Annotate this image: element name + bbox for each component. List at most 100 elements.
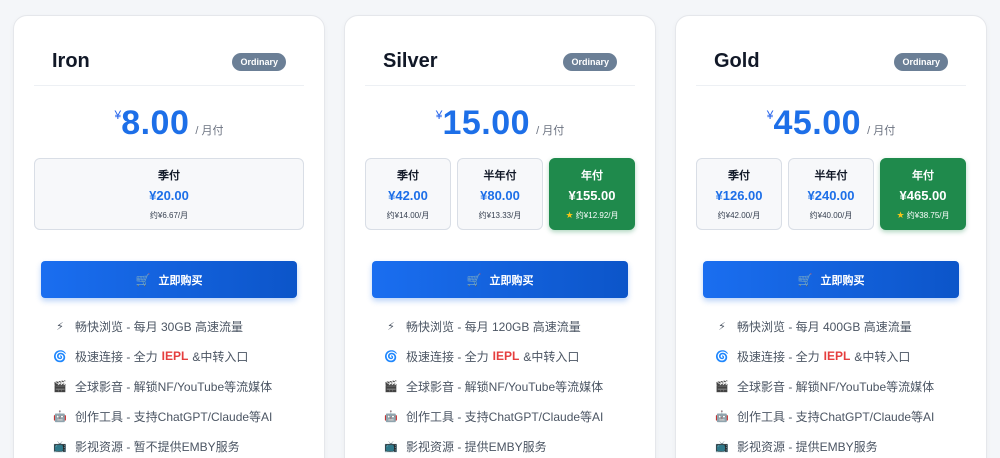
swirl-icon: 🌀 [384, 350, 398, 363]
option-monthly-equivalent: ★ 约¥38.75/月 [881, 210, 965, 221]
feature-text: 全球影音 - 解锁NF/YouTube等流媒体 [406, 379, 604, 394]
option-label: 半年付 [814, 170, 848, 182]
option-label: 年付 [912, 170, 934, 182]
feature-text: 全球影音 - 解锁NF/YouTube等流媒体 [75, 379, 273, 394]
option-monthly-equivalent: 约¥40.00/月 [809, 211, 853, 220]
billing-options: 季付 ¥126.00 约¥42.00/月 半年付 ¥240.00 约¥40.00… [696, 158, 966, 230]
price-period: / 月付 [195, 125, 224, 137]
feature-text: 畅快浏览 - 每月 120GB 高速流量 [406, 319, 581, 334]
feature-text: 极速连接 - 全力 [75, 349, 158, 364]
feature-item: 🤖 创作工具 - 支持ChatGPT/Claude等AI [52, 401, 322, 431]
billing-option-quarterly[interactable]: 季付 ¥20.00 约¥6.67/月 [34, 158, 304, 230]
option-price: ¥20.00 [149, 188, 189, 203]
cart-icon: 🛒 [466, 272, 482, 287]
feature-item: 🤖 创作工具 - 支持ChatGPT/Claude等AI [714, 401, 984, 431]
option-label: 半年付 [483, 170, 517, 182]
feature-item: ⚡ 畅快浏览 - 每月 120GB 高速流量 [383, 311, 653, 341]
swirl-icon: 🌀 [53, 350, 67, 363]
feature-text: 极速连接 - 全力 [737, 349, 820, 364]
price-amount: 45.00 [773, 104, 862, 142]
plan-name: Gold [714, 50, 760, 72]
price-amount: 8.00 [121, 104, 190, 142]
star-icon: ★ [565, 210, 574, 220]
option-price: ¥42.00 [388, 188, 428, 203]
price-amount: 15.00 [442, 104, 531, 142]
card-header: Silver Ordinary [365, 40, 635, 86]
billing-options: 季付 ¥42.00 约¥14.00/月 半年付 ¥80.00 约¥13.33/月… [365, 158, 635, 230]
billing-option-semiannual[interactable]: 半年付 ¥80.00 约¥13.33/月 [457, 158, 543, 230]
price-period: / 月付 [536, 125, 565, 137]
billing-option-annual[interactable]: 年付 ¥155.00 ★ 约¥12.92/月 [549, 158, 635, 230]
option-label: 季付 [158, 170, 180, 182]
feature-text-suffix: &中转入口 [854, 349, 911, 364]
monthly-price: ¥15.00 / 月付 [345, 104, 655, 146]
billing-option-quarterly[interactable]: 季付 ¥126.00 约¥42.00/月 [696, 158, 782, 230]
feature-list: ⚡ 畅快浏览 - 每月 30GB 高速流量 🌀 极速连接 - 全力 IEPL &中转入口… [52, 311, 322, 458]
tv-icon: 📺 [715, 440, 729, 453]
buy-now-label: 立即购买 [489, 274, 534, 287]
monthly-price: ¥8.00 / 月付 [14, 104, 324, 146]
feature-text: 影视资源 - 提供EMBY服务 [406, 439, 547, 454]
card-header: Iron Ordinary [34, 40, 304, 86]
lightning-icon: ⚡ [718, 320, 726, 333]
feature-text: 创作工具 - 支持ChatGPT/Claude等AI [406, 409, 604, 424]
billing-options: 季付 ¥20.00 约¥6.67/月 [34, 158, 304, 230]
feature-text-suffix: &中转入口 [523, 349, 580, 364]
feature-item: ⚡ 畅快浏览 - 每月 400GB 高速流量 [714, 311, 984, 341]
feature-item: ⚡ 畅快浏览 - 每月 30GB 高速流量 [52, 311, 322, 341]
feature-item: 🌀 极速连接 - 全力 IEPL &中转入口 [383, 341, 653, 371]
billing-option-annual[interactable]: 年付 ¥465.00 ★ 约¥38.75/月 [880, 158, 966, 230]
feature-text: 极速连接 - 全力 [406, 349, 489, 364]
feature-highlight: IEPL [161, 349, 189, 363]
clapper-icon: 🎬 [715, 380, 729, 393]
feature-text: 畅快浏览 - 每月 400GB 高速流量 [737, 319, 912, 334]
feature-highlight: IEPL [492, 349, 520, 363]
option-monthly-equivalent: 约¥42.00/月 [717, 211, 761, 220]
cart-icon: 🛒 [797, 272, 813, 287]
feature-text: 畅快浏览 - 每月 30GB 高速流量 [75, 319, 244, 334]
tv-icon: 📺 [384, 440, 398, 453]
feature-text-suffix: &中转入口 [192, 349, 249, 364]
buy-now-button[interactable]: 🛒 立即购买 [372, 261, 628, 298]
billing-option-semiannual[interactable]: 半年付 ¥240.00 约¥40.00/月 [788, 158, 874, 230]
buy-now-button[interactable]: 🛒 立即购买 [703, 261, 959, 298]
plan-card-iron: Iron Ordinary ¥8.00 / 月付 季付 ¥20.00 约¥6.67… [13, 15, 325, 458]
tv-icon: 📺 [53, 440, 67, 453]
feature-item: 🎬 全球影音 - 解锁NF/YouTube等流媒体 [52, 371, 322, 401]
robot-icon: 🤖 [384, 410, 398, 423]
pricing-cards: Iron Ordinary ¥8.00 / 月付 季付 ¥20.00 约¥6.67… [13, 15, 987, 458]
feature-item: 📺 影视资源 - 提供EMBY服务 [383, 431, 653, 458]
option-price: ¥155.00 [568, 188, 616, 203]
plan-card-silver: Silver Ordinary ¥15.00 / 月付 季付 ¥42.00 约¥1… [344, 15, 656, 458]
option-monthly-equivalent: 约¥14.00/月 [386, 211, 430, 220]
option-label: 年付 [581, 170, 603, 182]
monthly-price: ¥45.00 / 月付 [676, 104, 986, 146]
buy-now-button[interactable]: 🛒 立即购买 [41, 261, 297, 298]
currency-symbol: ¥ [114, 108, 122, 122]
lightning-icon: ⚡ [56, 320, 64, 333]
feature-item: 🎬 全球影音 - 解锁NF/YouTube等流媒体 [383, 371, 653, 401]
feature-item: 🎬 全球影音 - 解锁NF/YouTube等流媒体 [714, 371, 984, 401]
plan-badge: Ordinary [563, 53, 617, 71]
option-price: ¥126.00 [715, 188, 763, 203]
robot-icon: 🤖 [53, 410, 67, 423]
plan-badge: Ordinary [232, 53, 286, 71]
plan-name: Silver [383, 50, 438, 72]
plan-card-gold: Gold Ordinary ¥45.00 / 月付 季付 ¥126.00 约¥42… [675, 15, 987, 458]
option-note-text: 约¥38.75/月 [906, 211, 950, 220]
buy-now-label: 立即购买 [158, 274, 203, 287]
feature-text: 影视资源 - 暂不提供EMBY服务 [75, 439, 240, 454]
option-label: 季付 [728, 170, 750, 182]
feature-text: 创作工具 - 支持ChatGPT/Claude等AI [737, 409, 935, 424]
star-icon: ★ [896, 210, 905, 220]
price-period: / 月付 [867, 125, 896, 137]
plan-badge: Ordinary [894, 53, 948, 71]
feature-list: ⚡ 畅快浏览 - 每月 400GB 高速流量 🌀 极速连接 - 全力 IEPL &中转入… [714, 311, 984, 458]
currency-symbol: ¥ [766, 108, 774, 122]
swirl-icon: 🌀 [715, 350, 729, 363]
clapper-icon: 🎬 [53, 380, 67, 393]
option-monthly-equivalent: ★ 约¥12.92/月 [550, 210, 634, 221]
feature-text: 影视资源 - 提供EMBY服务 [737, 439, 878, 454]
billing-option-quarterly[interactable]: 季付 ¥42.00 约¥14.00/月 [365, 158, 451, 230]
buy-now-label: 立即购买 [820, 274, 865, 287]
